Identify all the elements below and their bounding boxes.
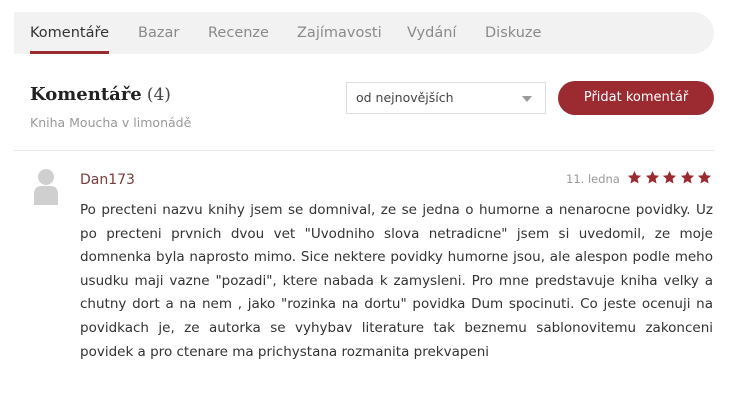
tab-bazar[interactable]: Bazar [138,12,179,54]
tab-vydani[interactable]: Vydání [407,12,456,54]
section-heading: Komentáře (4) [30,84,171,105]
comment-date: 11. ledna [566,172,620,186]
rating-stars [627,170,717,186]
comment-count: (4) [146,85,171,105]
star-icon [627,170,642,184]
star-icon [697,170,712,184]
chevron-down-icon [522,96,532,102]
tab-recenze[interactable]: Recenze [208,12,269,54]
star-icon [645,170,659,184]
sort-selected-value: od nejnovějších [356,90,454,105]
book-subtitle: Kniha Moucha v limonádě [30,115,192,130]
divider [14,150,714,151]
tab-zajimavosti[interactable]: Zajímavosti [297,12,382,54]
add-comment-button[interactable]: Přidat komentář [558,81,714,115]
star-icon [680,170,694,184]
star-icon [662,170,677,184]
comment-author[interactable]: Dan173 [80,172,135,188]
sort-select[interactable]: od nejnovějších [346,82,546,114]
user-silhouette-icon[interactable] [32,167,60,205]
tab-bar: Komentáře Bazar Recenze Zajímavosti Vydá… [14,12,714,54]
page-title: Komentáře [30,84,142,105]
tab-diskuze[interactable]: Diskuze [485,12,541,54]
tab-komentare[interactable]: Komentáře [30,12,110,54]
comment-text: Po precteni nazvu knihy jsem se domnival… [80,202,713,360]
